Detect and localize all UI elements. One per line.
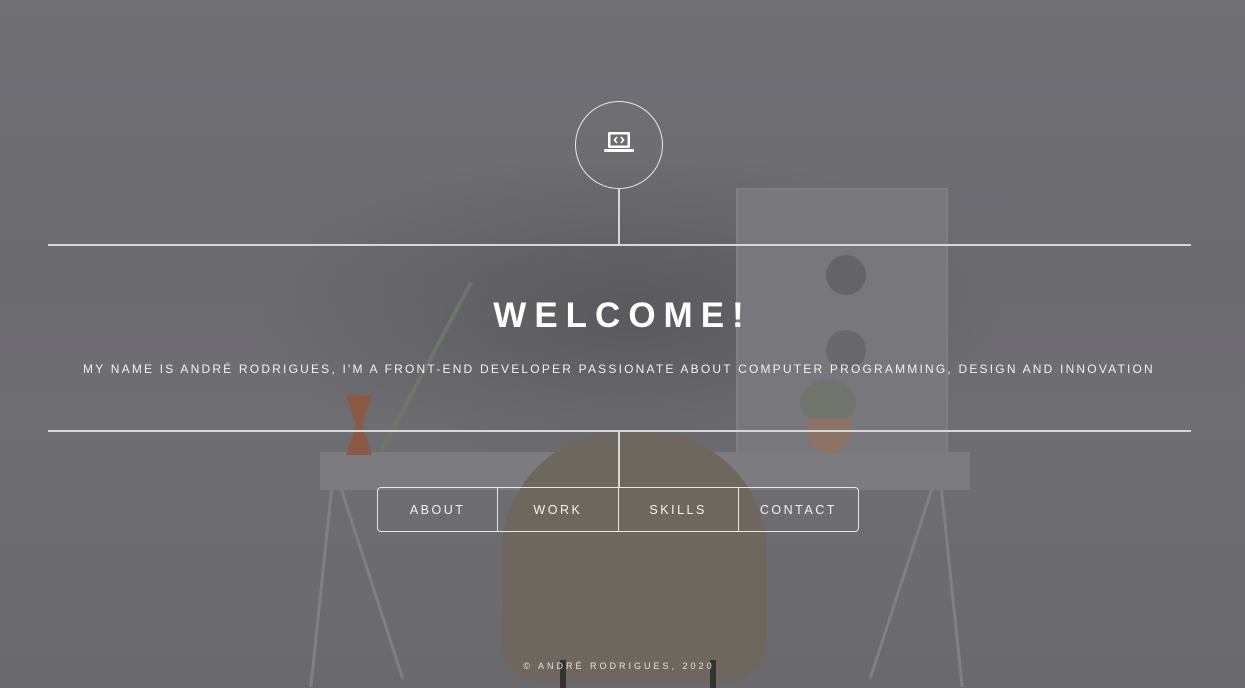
nav-contact-button[interactable]: CONTACT [737, 488, 858, 531]
page-subtitle: MY NAME IS ANDRÉ RODRIGUES, I'M A FRONT-… [83, 362, 1155, 376]
frame-art-circle [826, 255, 866, 295]
connector-line-bottom [618, 431, 620, 488]
footer-copyright: © ANDRÉ RODRIGUES, 2020 [523, 661, 715, 671]
chair [502, 432, 767, 682]
page-title: WELCOME! [493, 296, 752, 335]
nav-work-button[interactable]: WORK [497, 488, 617, 531]
nav-about-button[interactable]: ABOUT [378, 488, 497, 531]
desk-leg [309, 489, 333, 688]
divider-top [48, 244, 1191, 246]
main-nav: ABOUT WORK SKILLS CONTACT [377, 487, 859, 532]
laptop-code-icon [603, 129, 635, 162]
divider-bottom [48, 430, 1191, 432]
logo-circle [575, 101, 663, 189]
connector-line-top [618, 188, 620, 245]
desk-leg [940, 489, 964, 688]
nav-skills-button[interactable]: SKILLS [617, 488, 738, 531]
desk-leg [868, 489, 933, 679]
